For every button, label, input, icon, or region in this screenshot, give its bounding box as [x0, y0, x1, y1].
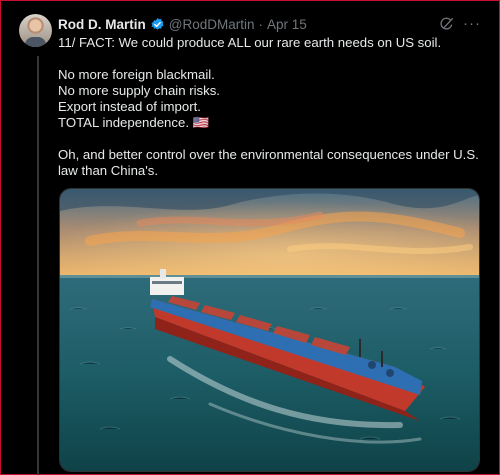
tweet-text: 11/ FACT: We could produce ALL our rare …	[58, 35, 488, 179]
tweet-line: 11/ FACT: We could produce ALL our rare …	[58, 35, 442, 50]
separator-dot: ·	[258, 16, 263, 32]
author-name[interactable]: Rod D. Martin	[58, 17, 146, 32]
tweet-line: Oh, and better control over the environm…	[58, 147, 479, 178]
cargo-ship-photo	[60, 189, 479, 471]
more-icon[interactable]: ···	[463, 15, 481, 32]
tweet-line	[58, 131, 488, 147]
thread-line	[37, 56, 39, 475]
grok-icon[interactable]	[439, 16, 455, 32]
tweet-line: No more supply chain risks.	[58, 83, 220, 98]
tweet-line: TOTAL independence. 🇺🇸	[58, 115, 210, 130]
tweet-line: Export instead of import.	[58, 99, 201, 114]
tweet-image[interactable]	[59, 188, 480, 472]
verified-badge-icon	[151, 17, 164, 30]
tweet-line	[58, 51, 488, 67]
tweet-line: No more foreign blackmail.	[58, 67, 215, 82]
tweet-date[interactable]: Apr 15	[267, 17, 307, 32]
avatar[interactable]	[19, 14, 52, 47]
author-handle[interactable]: @RodDMartin	[169, 17, 255, 32]
tweet-header: Rod D. Martin @RodDMartin · Apr 15	[58, 15, 307, 33]
